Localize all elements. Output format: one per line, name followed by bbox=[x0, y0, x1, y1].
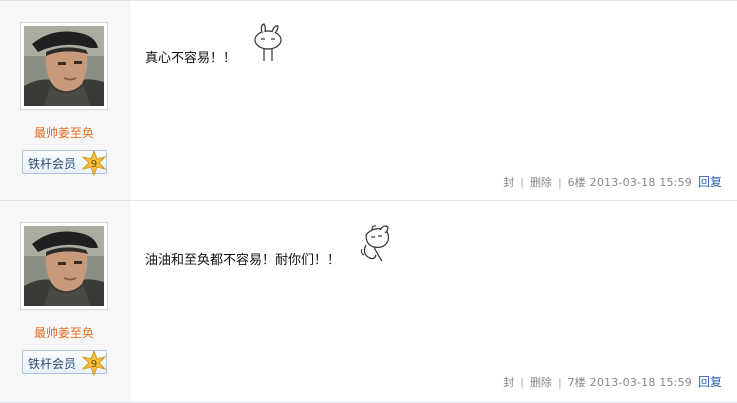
avatar[interactable] bbox=[20, 22, 108, 110]
level-star-icon: 9 bbox=[81, 150, 107, 176]
rabbit-hugging-icon bbox=[360, 225, 390, 262]
username-link[interactable]: 最帅姜至奂 bbox=[0, 324, 128, 341]
rabbit-standing-icon bbox=[254, 23, 282, 61]
post-footer: 封 | 删除 | 7楼 2013-03-18 15:59 回复 bbox=[503, 373, 722, 390]
member-badge[interactable]: 铁杆会员 9 bbox=[22, 150, 107, 176]
seal-link[interactable]: 封 bbox=[503, 374, 514, 390]
level-star-icon: 9 bbox=[81, 350, 107, 376]
member-badge[interactable]: 铁杆会员 9 bbox=[22, 350, 107, 376]
floor-number: 6楼 bbox=[567, 176, 586, 189]
avatar[interactable] bbox=[20, 222, 108, 310]
delete-link[interactable]: 删除 bbox=[530, 174, 552, 190]
badge-level: 9 bbox=[91, 159, 97, 170]
avatar-image bbox=[24, 26, 104, 106]
reply-link[interactable]: 回复 bbox=[698, 173, 722, 190]
delete-link[interactable]: 删除 bbox=[530, 374, 552, 390]
badge-label: 铁杆会员 bbox=[28, 157, 77, 171]
seal-link[interactable]: 封 bbox=[503, 174, 514, 190]
reply-post: 最帅姜至奂 铁杆会员 9 油油和至奂都不容易！耐你们！！ 封 | 删除 | 7楼 2013… bbox=[0, 201, 737, 403]
reply-link[interactable]: 回复 bbox=[698, 373, 722, 390]
avatar-image bbox=[24, 226, 104, 306]
post-footer: 封 | 删除 | 6楼 2013-03-18 15:59 回复 bbox=[503, 173, 722, 190]
badge-level: 9 bbox=[91, 359, 97, 370]
username-link[interactable]: 最帅姜至奂 bbox=[0, 124, 128, 141]
post-content: 油油和至奂都不容易！耐你们！！ bbox=[145, 253, 341, 268]
author-panel: 最帅姜至奂 铁杆会员 9 bbox=[0, 201, 130, 402]
post-datetime: 2013-03-18 15:59 bbox=[589, 176, 692, 189]
reply-post: 最帅姜至奂 铁杆会员 9 真心不容易！！ 封 | 删除 | 6楼 2013-03-18 1… bbox=[0, 0, 737, 201]
post-content: 真心不容易！！ bbox=[145, 51, 237, 66]
post-datetime: 2013-03-18 15:59 bbox=[589, 376, 692, 389]
floor-number: 7楼 bbox=[567, 376, 586, 389]
badge-label: 铁杆会员 bbox=[28, 357, 77, 371]
author-panel: 最帅姜至奂 铁杆会员 9 bbox=[0, 1, 130, 200]
